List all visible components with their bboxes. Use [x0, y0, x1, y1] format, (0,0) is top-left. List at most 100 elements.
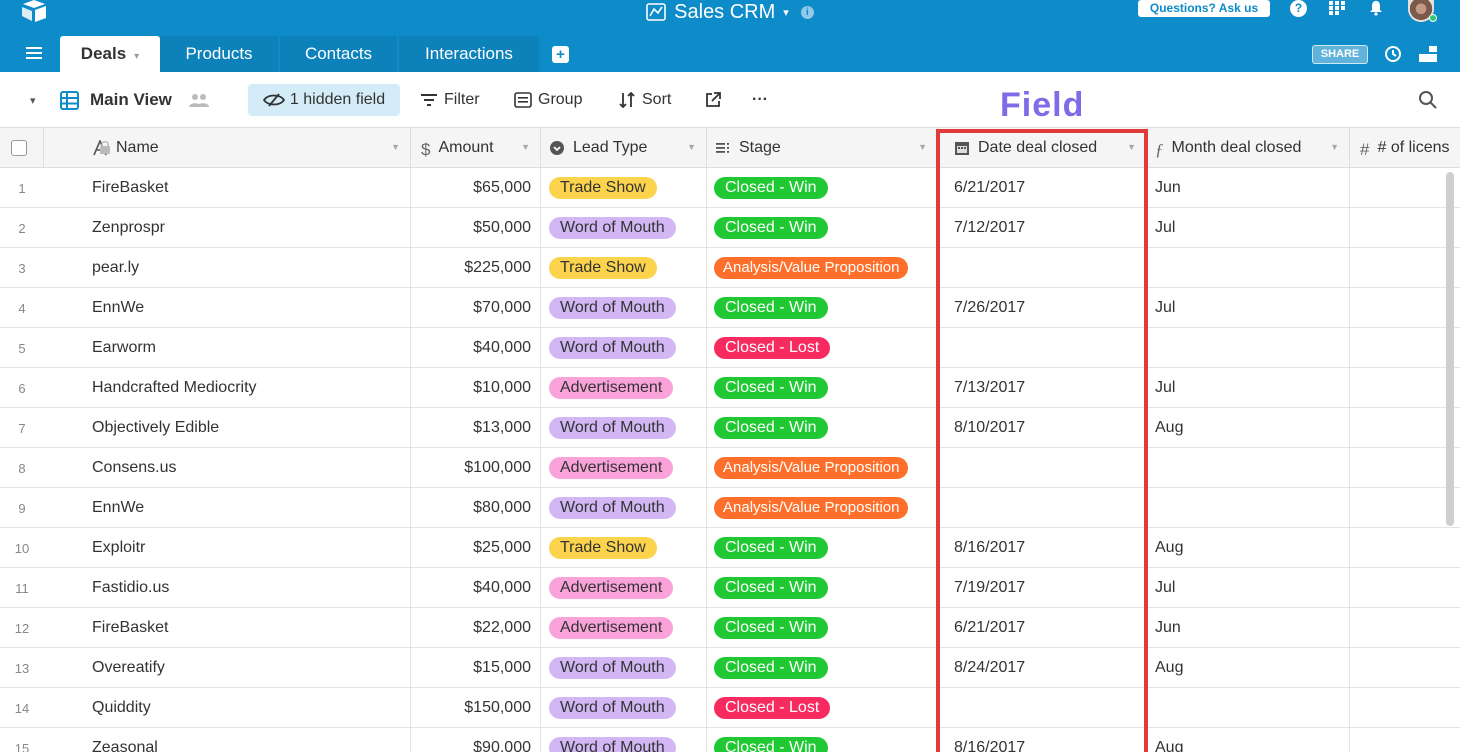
stage-cell[interactable]: Analysis/Value Proposition [707, 448, 938, 488]
blocks-icon[interactable] [1418, 45, 1438, 63]
date-closed-cell[interactable]: 7/19/2017 [938, 568, 1147, 608]
date-closed-cell[interactable] [938, 688, 1147, 728]
table-row[interactable]: 9 EnnWe $80,000 Word of Mouth Analysis/Value… [0, 488, 1460, 528]
name-cell[interactable]: Objectively Edible [44, 408, 411, 448]
date-closed-cell[interactable] [938, 448, 1147, 488]
table-row[interactable]: 7 Objectively Edible $13,000 Word of Mouth C… [0, 408, 1460, 448]
column-menu-caret-icon[interactable]: ▼ [521, 142, 530, 152]
licenses-cell[interactable] [1350, 688, 1460, 728]
select-all-checkbox[interactable] [11, 140, 27, 156]
table-row[interactable]: 12 FireBasket $22,000 Advertisement Closed -… [0, 608, 1460, 648]
date-closed-cell[interactable]: 8/24/2017 [938, 648, 1147, 688]
amount-cell[interactable]: $10,000 [411, 368, 541, 408]
licenses-cell[interactable] [1350, 568, 1460, 608]
licenses-cell[interactable] [1350, 248, 1460, 288]
stage-cell[interactable]: Closed - Win [707, 528, 938, 568]
stage-cell[interactable]: Closed - Win [707, 608, 938, 648]
amount-cell[interactable]: $50,000 [411, 208, 541, 248]
header-date-deal-closed[interactable]: Date deal closed ▼ [938, 128, 1147, 168]
more-options-icon[interactable]: ··· [752, 72, 768, 128]
date-closed-cell[interactable]: 7/12/2017 [938, 208, 1147, 248]
table-row[interactable]: 13 Overeatify $15,000 Word of Mouth Closed -… [0, 648, 1460, 688]
date-closed-cell[interactable]: 7/26/2017 [938, 288, 1147, 328]
licenses-cell[interactable] [1350, 488, 1460, 528]
lead-type-cell[interactable]: Word of Mouth [541, 728, 707, 752]
name-cell[interactable]: pear.ly [44, 248, 411, 288]
amount-cell[interactable]: $40,000 [411, 568, 541, 608]
header-month-deal-closed[interactable]: ƒ Month deal closed ▼ [1147, 128, 1350, 168]
amount-cell[interactable]: $15,000 [411, 648, 541, 688]
header-licenses[interactable]: # # of licens [1350, 128, 1460, 168]
lead-type-cell[interactable]: Word of Mouth [541, 408, 707, 448]
questions-button[interactable]: Questions? Ask us [1138, 0, 1270, 17]
licenses-cell[interactable] [1350, 648, 1460, 688]
stage-cell[interactable]: Closed - Win [707, 568, 938, 608]
amount-cell[interactable]: $40,000 [411, 328, 541, 368]
stage-cell[interactable]: Closed - Lost [707, 688, 938, 728]
history-icon[interactable] [1384, 45, 1402, 63]
licenses-cell[interactable] [1350, 208, 1460, 248]
lead-type-cell[interactable]: Word of Mouth [541, 288, 707, 328]
licenses-cell[interactable] [1350, 168, 1460, 208]
column-menu-caret-icon[interactable]: ▼ [1127, 142, 1136, 152]
header-lead-type[interactable]: Lead Type ▼ [541, 128, 707, 168]
info-icon[interactable]: i [800, 5, 814, 19]
licenses-cell[interactable] [1350, 528, 1460, 568]
column-menu-caret-icon[interactable]: ▼ [918, 142, 927, 152]
amount-cell[interactable]: $25,000 [411, 528, 541, 568]
lead-type-cell[interactable]: Word of Mouth [541, 328, 707, 368]
lead-type-cell[interactable]: Word of Mouth [541, 488, 707, 528]
lead-type-cell[interactable]: Trade Show [541, 528, 707, 568]
licenses-cell[interactable] [1350, 328, 1460, 368]
name-cell[interactable]: Zeasonal [44, 728, 411, 752]
base-title-caret-icon[interactable]: ▾ [783, 6, 789, 19]
stage-cell[interactable]: Closed - Win [707, 728, 938, 752]
header-stage[interactable]: Stage ▼ [707, 128, 938, 168]
stage-cell[interactable]: Closed - Win [707, 408, 938, 448]
hidden-fields-button[interactable]: 1 hidden field [248, 84, 400, 116]
lead-type-cell[interactable]: Advertisement [541, 368, 707, 408]
view-name[interactable]: Main View [90, 72, 172, 128]
help-icon[interactable]: ? [1290, 0, 1307, 17]
amount-cell[interactable]: $65,000 [411, 168, 541, 208]
name-cell[interactable]: Fastidio.us [44, 568, 411, 608]
date-closed-cell[interactable]: 6/21/2017 [938, 168, 1147, 208]
share-view-button[interactable] [705, 72, 721, 128]
vertical-scrollbar[interactable] [1446, 172, 1454, 526]
amount-cell[interactable]: $80,000 [411, 488, 541, 528]
lead-type-cell[interactable]: Trade Show [541, 248, 707, 288]
name-cell[interactable]: Overeatify [44, 648, 411, 688]
lead-type-cell[interactable]: Advertisement [541, 568, 707, 608]
lead-type-cell[interactable]: Advertisement [541, 608, 707, 648]
column-menu-caret-icon[interactable]: ▼ [687, 142, 696, 152]
lead-type-cell[interactable]: Word of Mouth [541, 208, 707, 248]
name-cell[interactable]: Handcrafted Mediocrity [44, 368, 411, 408]
lead-type-cell[interactable]: Advertisement [541, 448, 707, 488]
name-cell[interactable]: FireBasket [44, 168, 411, 208]
name-cell[interactable]: EnnWe [44, 488, 411, 528]
column-menu-caret-icon[interactable]: ▼ [1330, 142, 1339, 152]
date-closed-cell[interactable] [938, 248, 1147, 288]
table-row[interactable]: 4 EnnWe $70,000 Word of Mouth Closed - Win 7/… [0, 288, 1460, 328]
stage-cell[interactable]: Analysis/Value Proposition [707, 248, 938, 288]
stage-cell[interactable]: Closed - Win [707, 368, 938, 408]
tab-deals[interactable]: Deals ▾ [60, 36, 160, 72]
name-cell[interactable]: EnnWe [44, 288, 411, 328]
base-title[interactable]: Sales CRM [674, 1, 775, 24]
stage-cell[interactable]: Closed - Win [707, 168, 938, 208]
search-icon[interactable] [1418, 90, 1438, 110]
sort-button[interactable]: Sort [618, 72, 671, 128]
view-list-toggle-icon[interactable]: ▾ [30, 72, 36, 128]
name-cell[interactable]: Earworm [44, 328, 411, 368]
table-row[interactable]: 8 Consens.us $100,000 Advertisement Analysis… [0, 448, 1460, 488]
amount-cell[interactable]: $90,000 [411, 728, 541, 752]
table-row[interactable]: 1 FireBasket $65,000 Trade Show Closed - Win… [0, 168, 1460, 208]
tab-interactions[interactable]: Interactions [399, 36, 539, 72]
table-row[interactable]: 5 Earworm $40,000 Word of Mouth Closed - Los… [0, 328, 1460, 368]
stage-cell[interactable]: Analysis/Value Proposition [707, 488, 938, 528]
tab-contacts[interactable]: Contacts [280, 36, 397, 72]
table-row[interactable]: 6 Handcrafted Mediocrity $10,000 Advertisem… [0, 368, 1460, 408]
licenses-cell[interactable] [1350, 608, 1460, 648]
table-row[interactable]: 2 Zenprospr $50,000 Word of Mouth Closed - W… [0, 208, 1460, 248]
table-row[interactable]: 10 Exploitr $25,000 Trade Show Closed - Win 8… [0, 528, 1460, 568]
